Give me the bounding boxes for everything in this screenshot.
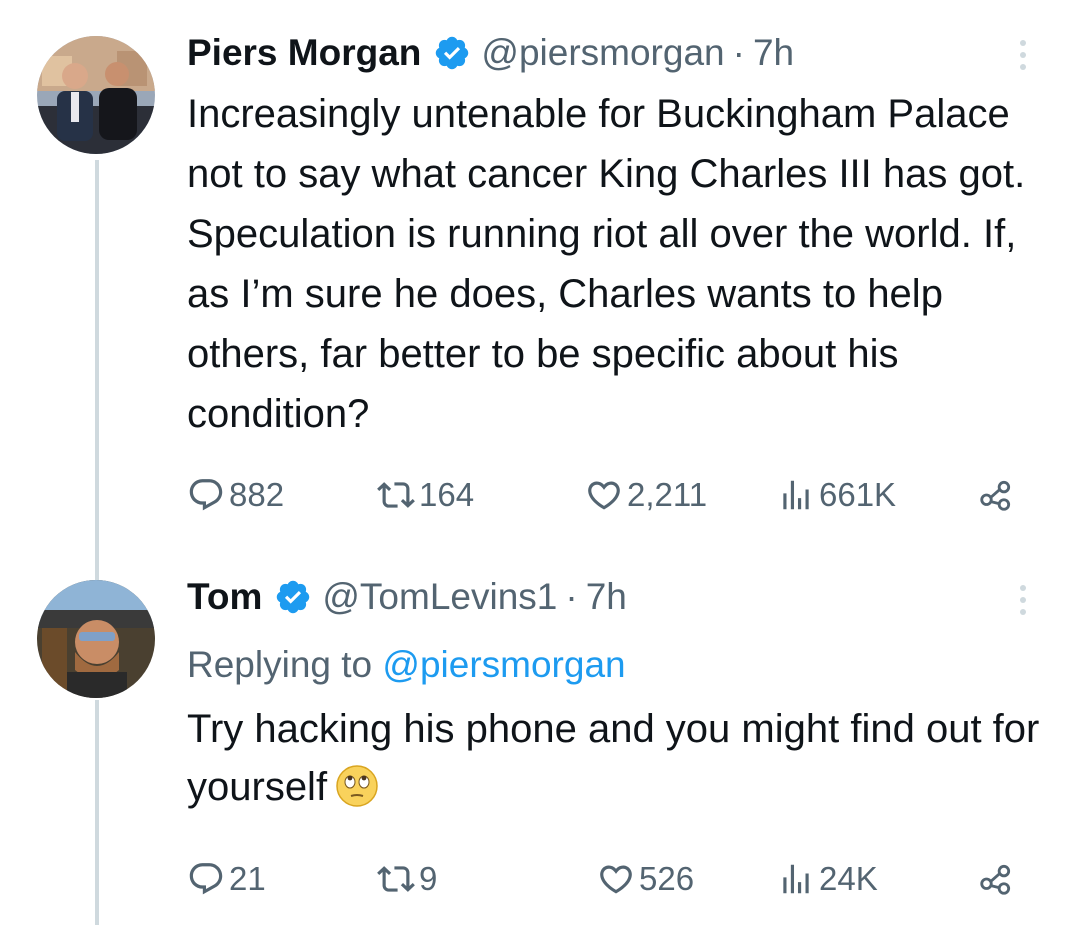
tweet-header: Piers Morgan @piersmorgan · 7h — [187, 32, 794, 74]
reply-count: 882 — [229, 476, 285, 513]
verified-badge-icon — [277, 580, 310, 614]
like-icon — [600, 865, 632, 894]
separator-dot: · — [565, 576, 578, 617]
repost-count: 9 — [419, 860, 438, 897]
reply-icon — [189, 863, 223, 895]
views-count: 24K — [819, 860, 878, 897]
reply-icon — [189, 479, 223, 511]
display-name[interactable]: Piers Morgan — [187, 32, 421, 74]
avatar[interactable] — [37, 36, 155, 154]
face-with-rolling-eyes-emoji-icon — [336, 765, 378, 807]
repost-button[interactable]: 164 — [377, 476, 474, 514]
views-button[interactable]: 661K — [777, 476, 896, 514]
avatar[interactable] — [37, 580, 155, 698]
tweet-header: Tom @TomLevins1 · 7h — [187, 576, 627, 618]
share-button[interactable] — [977, 860, 1019, 898]
user-handle[interactable]: @TomLevins1 — [322, 576, 557, 618]
share-icon — [980, 864, 1011, 895]
tweet-text: Try hacking his phone and you might find… — [187, 707, 1040, 809]
like-count: 2,211 — [627, 476, 708, 513]
tweet-text-container: Try hacking his phone and you might find… — [187, 700, 1047, 816]
verified-badge-icon — [436, 36, 469, 70]
repost-icon — [377, 482, 415, 508]
separator-dot: · — [732, 32, 745, 73]
reply-button[interactable]: 21 — [187, 860, 266, 898]
repost-button[interactable]: 9 — [377, 860, 437, 898]
avatar-photo — [37, 580, 155, 698]
views-icon — [783, 864, 809, 894]
tweet-actions: 882 164 2,211 661K — [187, 476, 1037, 520]
replying-to-line: Replying to @piersmorgan — [187, 644, 626, 686]
user-handle[interactable]: @piersmorgan — [481, 32, 724, 74]
share-button[interactable] — [977, 476, 1019, 514]
more-options-icon[interactable] — [1018, 40, 1028, 76]
repost-count: 164 — [419, 476, 475, 513]
like-button[interactable]: 526 — [597, 860, 694, 898]
like-count: 526 — [639, 860, 695, 897]
avatar-photo — [37, 36, 155, 154]
display-name[interactable]: Tom — [187, 576, 262, 618]
share-icon — [980, 480, 1011, 511]
tweet-piers-morgan[interactable]: Piers Morgan @piersmorgan · 7h Increasin… — [0, 0, 1080, 560]
replying-to-label: Replying to — [187, 644, 373, 685]
like-button[interactable]: 2,211 — [585, 476, 707, 514]
reply-button[interactable]: 882 — [187, 476, 284, 514]
views-button[interactable]: 24K — [777, 860, 878, 898]
views-count: 661K — [819, 476, 897, 513]
tweet-actions: 21 9 526 24K — [187, 860, 1037, 904]
repost-icon — [377, 866, 415, 892]
timestamp[interactable]: 7h — [586, 576, 627, 618]
timestamp[interactable]: 7h — [753, 32, 794, 74]
tweet-text: Increasingly untenable for Buckingham Pa… — [187, 92, 1026, 436]
like-icon — [588, 481, 620, 510]
reply-count: 21 — [229, 860, 266, 897]
views-icon — [783, 480, 809, 510]
tweet-tom[interactable]: Tom @TomLevins1 · 7h Replying to @piersm… — [0, 560, 1080, 925]
more-options-icon[interactable] — [1018, 585, 1028, 621]
replying-to-mention[interactable]: @piersmorgan — [382, 644, 625, 685]
